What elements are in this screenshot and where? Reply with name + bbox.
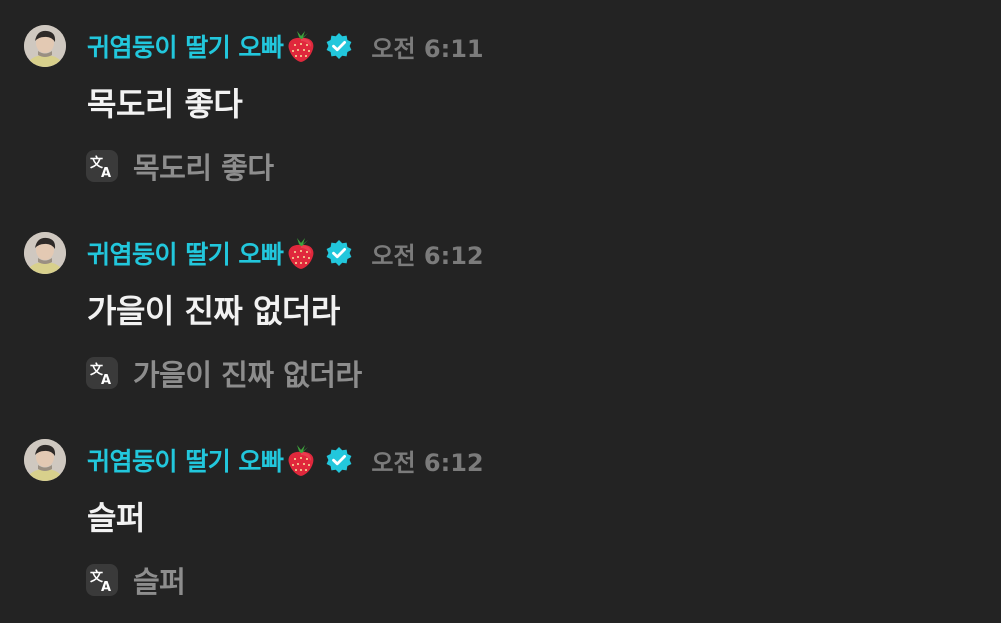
message-header: 귀염둥이 딸기 오빠 (87, 233, 484, 273)
message-timestamp: 오전 6:12 (371, 241, 484, 270)
verified-check-icon (325, 32, 353, 60)
message-header: 귀염둥이 딸기 오빠 (87, 440, 484, 480)
translation-text: 목도리 좋다 (133, 151, 274, 185)
svg-text:A: A (101, 373, 111, 388)
translation-text: 가을이 진짜 없더라 (133, 358, 362, 392)
translation-row: 文 A 가을이 진짜 없더라 (86, 355, 362, 392)
translation-row: 文 A 슬퍼 (86, 562, 186, 599)
message-timestamp: 오전 6:11 (371, 34, 484, 63)
username[interactable]: 귀염둥이 딸기 오빠 (87, 235, 284, 271)
translate-icon[interactable]: 文 A (86, 150, 118, 182)
chat-message: 귀염둥이 딸기 오빠 (0, 414, 1001, 599)
strawberry-icon (285, 236, 317, 270)
translate-icon[interactable]: 文 A (86, 357, 118, 389)
avatar[interactable] (24, 25, 66, 67)
strawberry-icon (285, 443, 317, 477)
strawberry-icon (285, 29, 317, 63)
avatar[interactable] (24, 232, 66, 274)
verified-check-icon (325, 446, 353, 474)
username[interactable]: 귀염둥이 딸기 오빠 (87, 28, 284, 64)
username[interactable]: 귀염둥이 딸기 오빠 (87, 442, 284, 478)
chat-message: 귀염둥이 딸기 오빠 (0, 0, 1001, 185)
message-text: 가을이 진짜 없더라 (87, 292, 340, 330)
svg-text:A: A (101, 580, 111, 595)
chat-message: 귀염둥이 딸기 오빠 (0, 207, 1001, 392)
message-header: 귀염둥이 딸기 오빠 (87, 26, 484, 66)
translation-row: 文 A 목도리 좋다 (86, 148, 274, 185)
message-text: 목도리 좋다 (87, 85, 243, 123)
translation-text: 슬퍼 (133, 565, 186, 599)
avatar[interactable] (24, 439, 66, 481)
message-text: 슬퍼 (87, 499, 145, 537)
message-timestamp: 오전 6:12 (371, 448, 484, 477)
verified-check-icon (325, 239, 353, 267)
chat-feed: 귀염둥이 딸기 오빠 오전 6:11 목도리 좋다 文 A 목도리 좋다 귀염둥… (0, 0, 1001, 623)
svg-text:A: A (101, 166, 111, 181)
translate-icon[interactable]: 文 A (86, 564, 118, 596)
